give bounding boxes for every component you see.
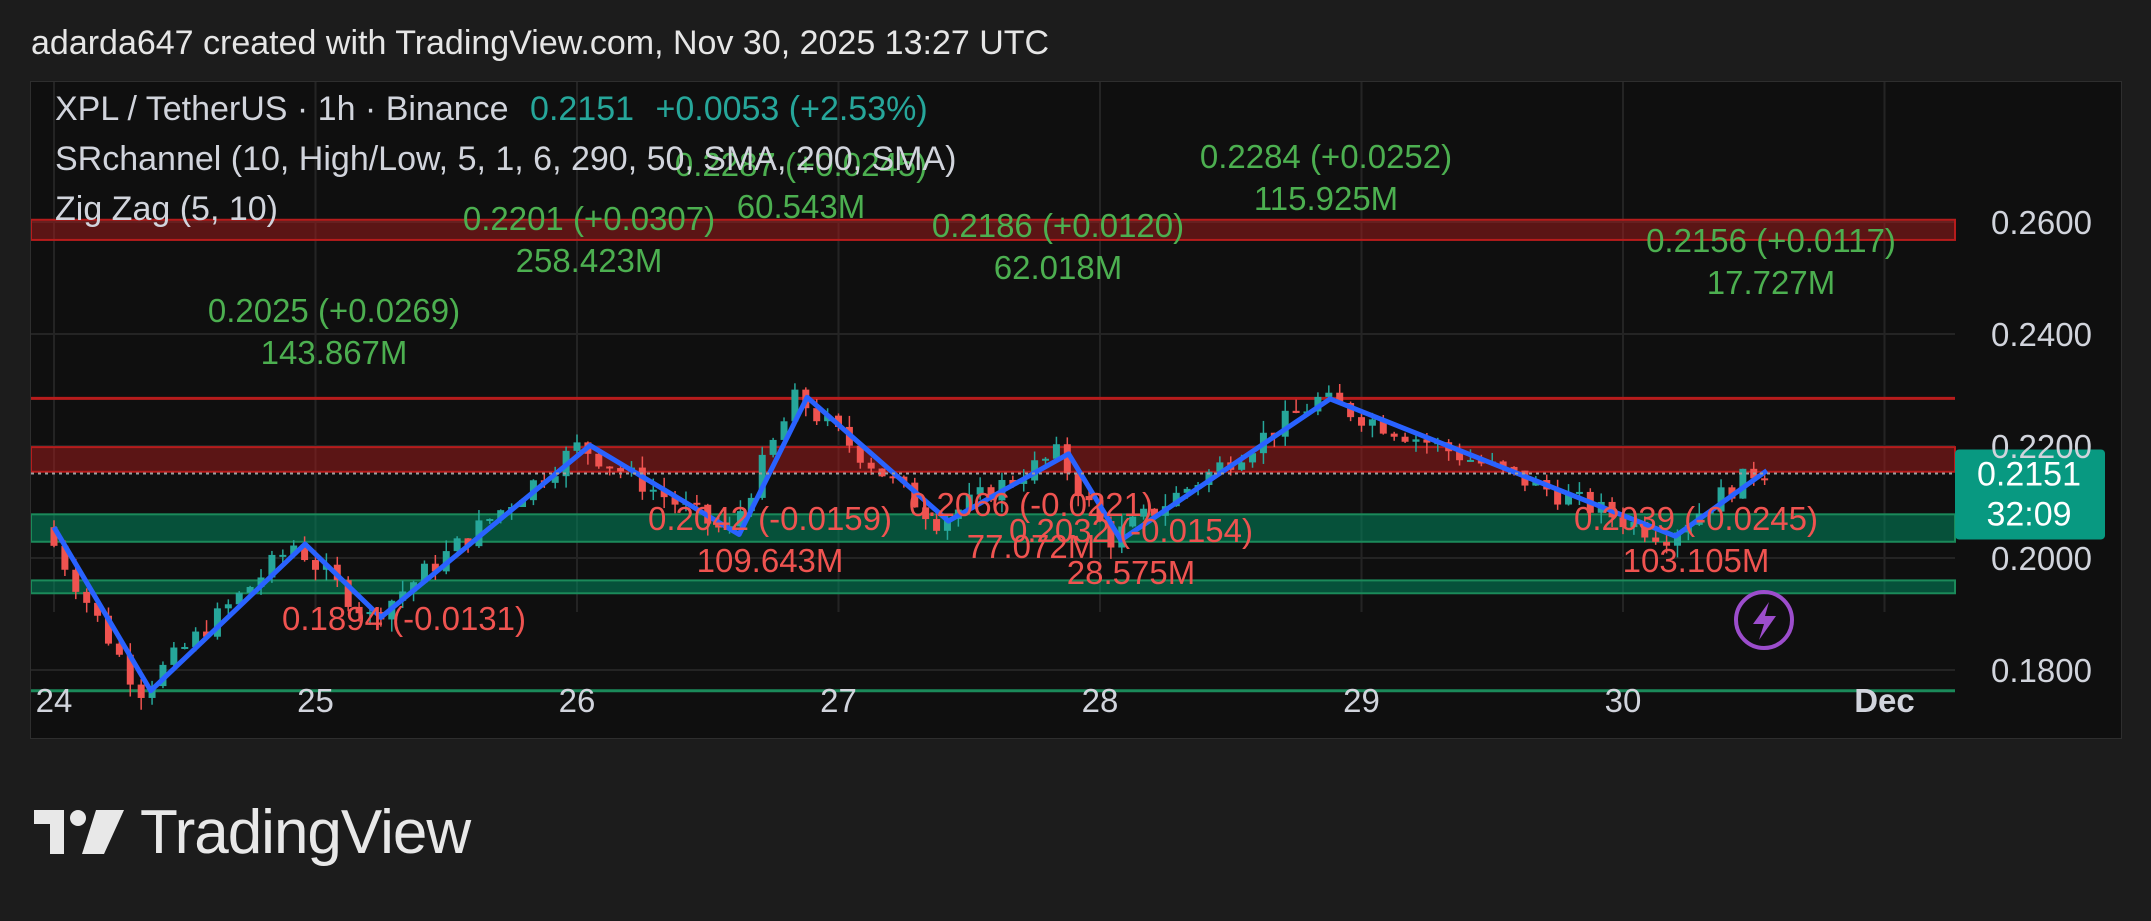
- candle-down: [1292, 410, 1300, 413]
- candle-down: [312, 560, 319, 570]
- candle-down: [83, 591, 91, 603]
- zigzag-line[interactable]: [51, 394, 1769, 694]
- candle-up: [1368, 419, 1376, 426]
- chart-attribution: adarda647 created with TradingView.com, …: [31, 24, 1050, 62]
- tradingview-logo-text: TradingView: [140, 797, 471, 867]
- candle-down: [1401, 436, 1409, 442]
- candle-up: [224, 604, 232, 609]
- pivot-label-volume: 17.727M: [1707, 264, 1835, 301]
- x-axis-tick-label: 25: [297, 682, 334, 719]
- candle-down: [1761, 478, 1769, 481]
- pivot-label-price: 0.2186 (+0.0120): [932, 207, 1184, 244]
- pivot-label-price: 0.2025 (+0.0269): [208, 292, 460, 329]
- pivot-labels: 0.1894 (-0.0131) 0.2025 (+0.0269) 143.867M…: [208, 138, 1896, 650]
- pivot-label-volume: 62.018M: [994, 249, 1122, 286]
- candle-up: [1466, 459, 1474, 462]
- pivot-label-price: 0.2042 (-0.0159): [648, 500, 892, 537]
- pivot-label-price: 0.2156 (+0.0117): [1646, 222, 1896, 259]
- x-axis-tick-label: 29: [1343, 682, 1380, 719]
- legend-last-price: 0.2151: [530, 90, 635, 128]
- y-axis-tick-label: 0.2000: [1991, 540, 2092, 577]
- pivot-label-price: 0.2039 (-0.0245): [1574, 500, 1818, 537]
- pivot-label-volume: 28.575M: [1067, 554, 1195, 591]
- candle-up: [769, 439, 777, 455]
- x-axis-tick-label: Dec: [1854, 682, 1915, 719]
- x-axis-tick-label: 24: [36, 682, 73, 719]
- candle-up: [1575, 491, 1583, 494]
- legend-symbol[interactable]: XPL / TetherUS · 1h · Binance: [55, 90, 509, 128]
- pivot-label-price: 0.2284 (+0.0252): [1200, 138, 1452, 175]
- candle-up: [181, 646, 189, 649]
- x-axis-tick-label: 30: [1605, 682, 1642, 719]
- tradingview-logo: TradingView: [34, 798, 471, 867]
- legend-change: +0.0053 (+2.53%): [655, 90, 928, 128]
- pivot-label-price: 0.1894 (-0.0131): [282, 600, 526, 637]
- candle-up: [486, 518, 494, 521]
- tradingview-logo-icon: [34, 810, 124, 854]
- candle-up: [1042, 458, 1050, 461]
- pivot-label-volume: 143.867M: [261, 334, 408, 371]
- x-axis-tick-label: 26: [559, 682, 596, 719]
- candle-down: [617, 468, 625, 472]
- legend-symbol-row: XPL / TetherUS · 1h · Binance 0.2151 +0.…: [55, 90, 928, 129]
- pivot-label-price: 0.2201 (+0.0307): [463, 200, 715, 237]
- price-chart[interactable]: 0.2151 32:09 0.1894 (-0.0131) 0.2025 (+0.0…: [31, 82, 2121, 738]
- chart-pane[interactable]: 0.2151 32:09 0.1894 (-0.0131) 0.2025 (+0.0…: [30, 81, 2122, 739]
- candle-down: [137, 684, 145, 698]
- candle-up: [573, 442, 581, 451]
- pivot-label-price: 0.2032 (-0.0154): [1009, 512, 1253, 549]
- candle-up: [170, 647, 178, 665]
- zigzag: [51, 394, 1769, 694]
- support-zone: [31, 579, 1956, 595]
- candle-down: [1358, 417, 1365, 426]
- y-axis-tick-label: 0.2200: [1991, 428, 2092, 465]
- candle-up: [1238, 462, 1246, 470]
- legend-indicator-srchannel[interactable]: SRchannel (10, High/Low, 5, 1, 6, 290, 5…: [55, 140, 957, 179]
- pivot-label-volume: 258.423M: [516, 242, 663, 279]
- candle-countdown: 32:09: [1986, 495, 2071, 533]
- lightning-glyph: [1753, 602, 1776, 640]
- y-axis-tick-label: 0.2600: [1991, 204, 2092, 241]
- resistance-zone: [31, 446, 1956, 473]
- y-axis-tick-label: 0.1800: [1991, 652, 2092, 689]
- candle-down: [72, 569, 80, 592]
- candle-down: [1390, 433, 1398, 437]
- x-axis-tick-label: 27: [820, 682, 857, 719]
- candle-up: [453, 538, 461, 552]
- candle-down: [606, 466, 614, 469]
- pivot-label-volume: 109.643M: [697, 542, 844, 579]
- candle-up: [1412, 439, 1420, 442]
- candle-down: [595, 453, 603, 467]
- pivot-label-volume: 60.543M: [737, 188, 865, 225]
- candle-up: [1325, 392, 1333, 397]
- candle-up: [649, 489, 657, 492]
- y-axis-tick-label: 0.2400: [1991, 316, 2092, 353]
- legend-indicator-zigzag[interactable]: Zig Zag (5, 10): [55, 190, 278, 229]
- candle-up: [279, 554, 287, 557]
- pivot-label-volume: 115.925M: [1254, 180, 1398, 217]
- x-axis-tick-label: 28: [1082, 682, 1119, 719]
- candle-down: [867, 462, 875, 469]
- pivot-label-volume: 103.105M: [1623, 542, 1770, 579]
